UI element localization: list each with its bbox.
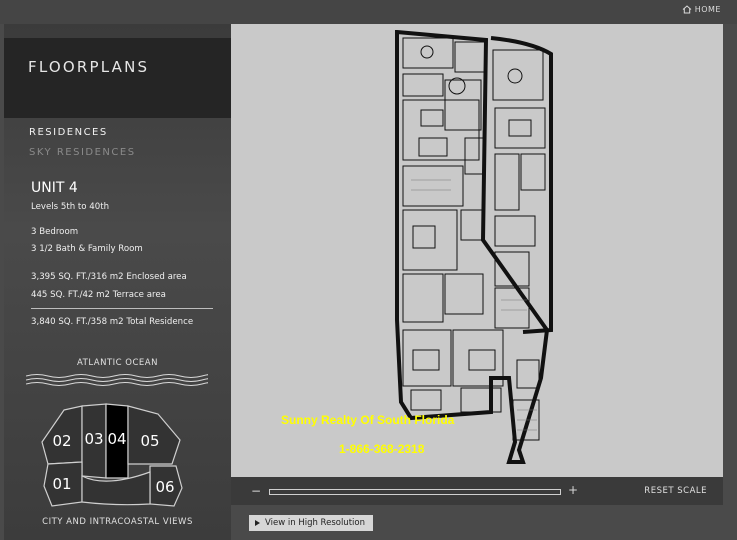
unit-total-area: 3,840 SQ. FT./358 m2 Total Residence [31,317,194,327]
ocean-label: ATLANTIC OCEAN [77,358,158,368]
building-keyplan: 02 03 04 05 01 06 [41,403,183,507]
bottom-bar: View in High Resolution [231,505,723,540]
home-link[interactable]: HOME [682,5,721,14]
nav-sky-residences[interactable]: SKY RESIDENCES [29,147,136,158]
keyplan-label-05: 05 [140,432,159,450]
watermark-name: Sunny Realty Of South Florida [281,413,455,427]
high-resolution-button[interactable]: View in High Resolution [249,515,373,531]
keyplan-label-06: 06 [155,478,174,496]
zoom-slider[interactable] [269,489,561,495]
ocean-waves [26,374,208,386]
floorplan-viewer[interactable]: Sunny Realty Of South Florida 1-866-368-… [231,24,723,477]
unit-terrace-area: 445 SQ. FT./42 m2 Terrace area [31,290,166,300]
unit-title: UNIT 4 [31,180,78,196]
zoom-bar: − + RESET SCALE [231,477,723,505]
floorplans-header [4,38,231,118]
nav-residences[interactable]: RESIDENCES [29,127,108,138]
watermark-phone: 1-866-368-2318 [339,442,425,456]
home-icon [682,5,692,14]
keyplan-label-01: 01 [52,475,71,493]
unit-baths: 3 1/2 Bath & Family Room [31,244,143,254]
reset-scale-button[interactable]: RESET SCALE [644,486,707,496]
unit-enclosed-area: 3,395 SQ. FT./316 m2 Enclosed area [31,272,187,282]
divider [31,308,213,309]
keyplan-label-03: 03 [84,430,103,448]
sidebar: FLOORPLANS RESIDENCES SKY RESIDENCES UNI… [4,24,231,540]
page-title: FLOORPLANS [28,58,150,76]
unit-levels: Levels 5th to 40th [31,202,110,212]
city-views-label: CITY AND INTRACOASTAL VIEWS [42,517,193,527]
zoom-out-button[interactable]: − [251,484,261,498]
keyplan-label-02: 02 [52,432,71,450]
home-label: HOME [694,5,721,14]
floorplan-image[interactable] [391,30,556,465]
zoom-in-button[interactable]: + [568,483,578,497]
keyplan-label-04: 04 [107,430,126,448]
high-resolution-label: View in High Resolution [265,518,365,528]
play-arrow-icon [255,520,260,526]
right-strip [723,24,737,540]
unit-bedrooms: 3 Bedroom [31,227,79,237]
top-bar: HOME [0,0,737,24]
